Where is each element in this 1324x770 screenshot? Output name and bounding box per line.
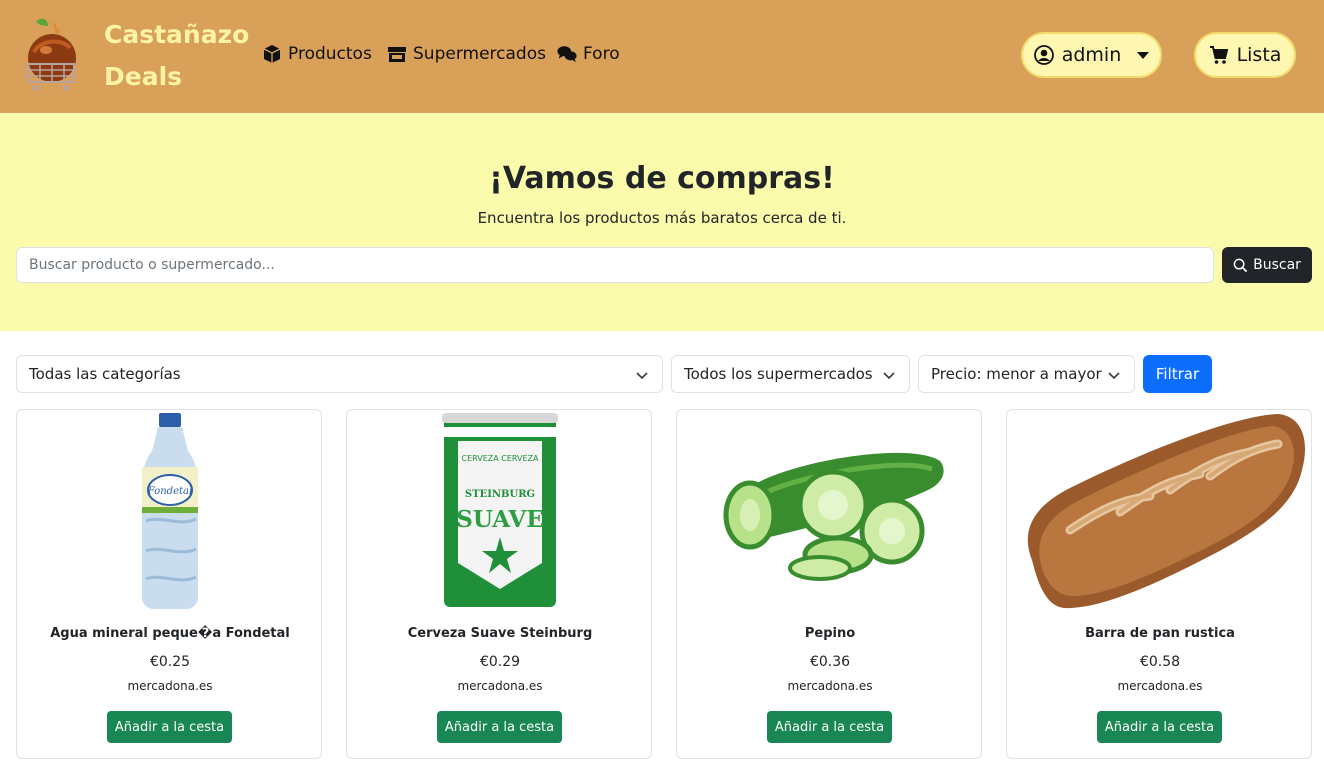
bread-image[interactable] <box>1007 410 1311 612</box>
hero-subtitle: Encuentra los productos más baratos cerc… <box>477 209 847 227</box>
navbar: Castañazo Deals Productos Supermercados … <box>0 0 1324 113</box>
water-bottle-image[interactable]: Fondetal <box>17 410 321 612</box>
sort-select-value: Precio: menor a mayor <box>931 365 1102 383</box>
chevron-down-icon <box>883 372 895 380</box>
nav-productos-label: Productos <box>288 44 372 64</box>
beer-can-image[interactable]: CERVEZA CERVEZA STEINBURG SUAVE <box>347 410 651 612</box>
nav-supermercados-label: Supermercados <box>413 44 546 64</box>
cucumber-image[interactable] <box>677 410 981 612</box>
product-store: mercadona.es <box>787 679 873 693</box>
add-to-cart-button[interactable]: Añadir a la cesta <box>107 711 232 743</box>
nav-foro-label: Foro <box>583 44 620 64</box>
add-to-cart-button[interactable]: Añadir a la cesta <box>767 711 892 743</box>
comments-icon <box>557 46 577 63</box>
product-store: mercadona.es <box>457 679 543 693</box>
product-price: €0.29 <box>479 654 521 670</box>
category-select-value: Todas las categorías <box>29 365 181 383</box>
product-price: €0.58 <box>1139 654 1181 670</box>
product-store: mercadona.es <box>127 679 213 693</box>
nav-productos[interactable]: Productos <box>262 42 372 66</box>
user-circle-icon <box>1033 45 1054 65</box>
box-icon <box>263 45 281 63</box>
cart-button[interactable]: Lista <box>1194 32 1296 78</box>
svg-text:STEINBURG: STEINBURG <box>465 489 535 500</box>
product-price: €0.25 <box>149 654 191 670</box>
product-store: mercadona.es <box>1117 679 1203 693</box>
brand-line-2: Deals <box>104 62 183 91</box>
hero-section: ¡Vamos de compras! Encuentra los product… <box>0 113 1324 331</box>
search-icon <box>1233 258 1248 272</box>
product-name[interactable]: Cerveza Suave Steinburg <box>347 626 651 641</box>
brand-title[interactable]: Castañazo Deals <box>104 14 254 98</box>
supermarket-select[interactable]: Todos los supermercados <box>671 355 910 393</box>
add-to-cart-button[interactable]: Añadir a la cesta <box>1097 711 1222 743</box>
svg-text:CERVEZA CERVEZA: CERVEZA CERVEZA <box>461 454 539 463</box>
chevron-down-icon <box>1108 372 1120 380</box>
search-button[interactable]: Buscar <box>1222 247 1312 283</box>
search-input[interactable] <box>16 247 1214 283</box>
supermarket-select-value: Todos los supermercados <box>684 365 873 383</box>
product-name[interactable]: Agua mineral peque�a Fondetal <box>17 626 321 641</box>
product-card: CERVEZA CERVEZA STEINBURG SUAVE Cerveza … <box>346 409 652 759</box>
category-select[interactable]: Todas las categorías <box>16 355 663 393</box>
product-card: Barra de pan rustica €0.58 mercadona.es … <box>1006 409 1312 759</box>
sort-select[interactable]: Precio: menor a mayor <box>918 355 1135 393</box>
hero-title: ¡Vamos de compras! <box>489 161 835 196</box>
cart-icon <box>1209 46 1228 64</box>
product-card: Fondetal Agua mineral peque�a Fondetal €… <box>16 409 322 759</box>
store-icon <box>388 47 406 62</box>
brand-line-1: Castañazo <box>104 20 250 49</box>
product-name[interactable]: Barra de pan rustica <box>1007 626 1311 641</box>
add-to-cart-button[interactable]: Añadir a la cesta <box>437 711 562 743</box>
product-card: Pepino €0.36 mercadona.es Añadir a la ce… <box>676 409 982 759</box>
product-name[interactable]: Pepino <box>677 626 981 641</box>
chevron-down-icon <box>1137 51 1150 59</box>
svg-text:SUAVE: SUAVE <box>456 506 544 533</box>
nav-foro[interactable]: Foro <box>557 42 620 66</box>
logo-icon[interactable] <box>22 14 82 94</box>
svg-text:Fondetal: Fondetal <box>147 486 192 497</box>
chevron-down-icon <box>636 372 648 380</box>
nav-supermercados[interactable]: Supermercados <box>387 42 546 66</box>
user-menu-button[interactable]: admin <box>1021 32 1162 78</box>
user-menu-label: admin <box>1061 44 1122 66</box>
product-price: €0.36 <box>809 654 851 670</box>
filter-button[interactable]: Filtrar <box>1143 355 1212 393</box>
cart-label: Lista <box>1236 44 1282 66</box>
search-button-label: Buscar <box>1253 257 1301 273</box>
